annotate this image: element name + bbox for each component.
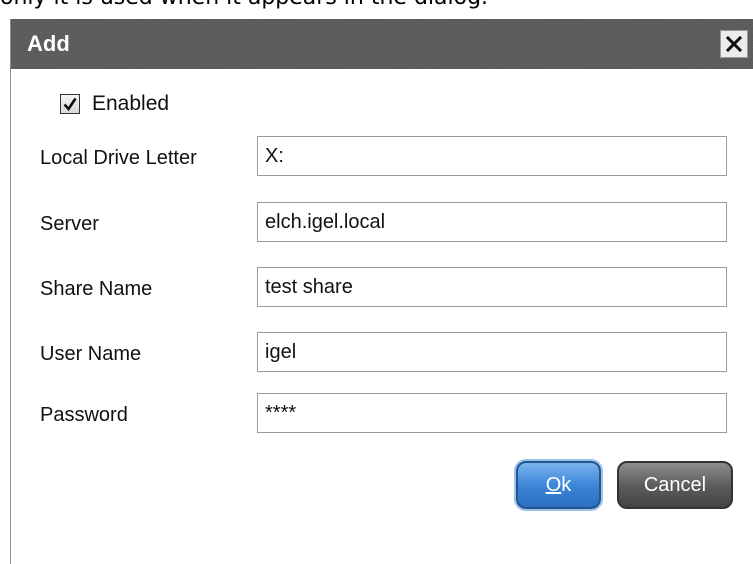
background-text: only it is used when it appears in the d…	[0, 0, 753, 11]
dialog-titlebar: Add	[11, 19, 753, 69]
enabled-label: Enabled	[92, 92, 170, 115]
password-input[interactable]	[257, 393, 727, 433]
server-input[interactable]	[257, 202, 727, 242]
enabled-checkbox[interactable]	[60, 94, 80, 114]
ok-button[interactable]: Ok	[516, 461, 601, 509]
server-label: Server	[40, 213, 99, 235]
close-button[interactable]	[720, 30, 748, 58]
enabled-row: Enabled	[60, 92, 169, 116]
drive-letter-label: Local Drive Letter	[40, 147, 197, 169]
password-label: Password	[40, 404, 128, 426]
drive-letter-input[interactable]	[257, 136, 727, 176]
checkmark-icon	[63, 97, 77, 112]
close-icon	[726, 36, 742, 52]
user-name-label: User Name	[40, 343, 142, 365]
share-name-label: Share Name	[40, 278, 153, 300]
ok-mnemonic: O	[545, 473, 562, 496]
ok-label-rest: k	[561, 473, 572, 496]
share-name-input[interactable]	[257, 267, 727, 307]
cancel-button[interactable]: Cancel	[617, 461, 733, 509]
add-dialog: Add Enabled Local Drive Letter Server Sh…	[10, 19, 753, 564]
user-name-input[interactable]	[257, 332, 727, 372]
dialog-title: Add	[27, 31, 70, 56]
